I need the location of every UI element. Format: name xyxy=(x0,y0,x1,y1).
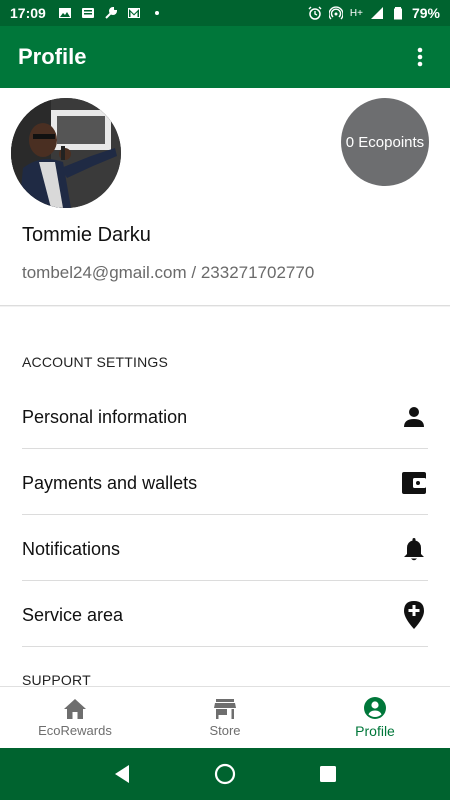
settings-item-service-area[interactable]: Service area xyxy=(0,582,450,648)
image-icon xyxy=(58,8,71,18)
section-header-support: SUPPORT xyxy=(22,672,91,686)
user-contact: tombel24@gmail.com / 233271702770 xyxy=(22,263,315,282)
divider xyxy=(22,448,428,449)
avatar[interactable] xyxy=(11,98,121,208)
person-icon xyxy=(400,403,428,431)
notification-icons xyxy=(58,6,164,20)
divider xyxy=(22,580,428,581)
back-triangle-icon xyxy=(114,765,129,783)
settings-item-personal-information[interactable]: Personal information xyxy=(0,384,450,450)
page-title: Profile xyxy=(18,44,87,69)
status-time: 17:09 xyxy=(10,5,46,21)
dot-icon xyxy=(154,11,159,15)
profile-card: 0 Ecopoints Tommie Darku tombel24@gmail.… xyxy=(0,88,450,306)
ecopoints-badge[interactable]: 0 Ecopoints xyxy=(341,98,429,186)
nav-item-profile[interactable]: Profile xyxy=(300,687,450,748)
network-type-label: H+ xyxy=(349,7,363,19)
divider xyxy=(22,646,428,647)
cell-signal-icon xyxy=(370,7,383,19)
settings-item-payments-and-wallets[interactable]: Payments and wallets xyxy=(0,450,450,516)
battery-percent: 79% xyxy=(411,5,440,21)
settings-item-label: Payments and wallets xyxy=(22,472,198,493)
account-circle-icon xyxy=(364,697,386,719)
settings-item-label: Service area xyxy=(22,604,124,625)
section-header-account-settings: ACCOUNT SETTINGS xyxy=(22,354,169,370)
nav-label: Profile xyxy=(355,723,395,739)
recents-button[interactable] xyxy=(316,762,340,786)
avatar-photo xyxy=(11,98,121,208)
alarm-icon xyxy=(308,6,322,20)
system-icons: H+ 79% xyxy=(308,5,440,21)
gmail-icon xyxy=(127,8,140,18)
bottom-navigation: EcoRewards Store Profile xyxy=(0,686,450,748)
home-circle-icon xyxy=(214,763,236,785)
overflow-menu-button[interactable] xyxy=(408,45,432,69)
nav-item-store[interactable]: Store xyxy=(150,687,300,748)
wrench-icon xyxy=(105,6,117,19)
battery-icon xyxy=(393,7,402,20)
nav-item-ecorewards[interactable]: EcoRewards xyxy=(0,687,150,748)
status-bar: 17:09 H+ 79% xyxy=(0,0,450,26)
home-button[interactable] xyxy=(213,762,237,786)
nav-label: EcoRewards xyxy=(38,722,112,738)
bell-icon xyxy=(400,535,428,563)
wallet-icon xyxy=(400,469,428,497)
recents-square-icon xyxy=(320,766,337,782)
back-button[interactable] xyxy=(110,762,134,786)
more-vert-icon xyxy=(417,47,423,67)
divider xyxy=(22,514,428,515)
user-name: Tommie Darku xyxy=(22,224,151,246)
store-icon xyxy=(214,698,236,719)
settings-item-label: Notifications xyxy=(22,538,121,559)
app-bar: Profile xyxy=(0,26,450,88)
system-navigation-bar xyxy=(0,748,450,800)
settings-item-label: Personal information xyxy=(22,406,188,427)
home-icon xyxy=(64,698,86,719)
news-icon xyxy=(81,8,94,18)
nav-label: Store xyxy=(209,722,241,738)
settings-item-notifications[interactable]: Notifications xyxy=(0,516,450,582)
settings-list: ACCOUNT SETTINGS Personal information Pa… xyxy=(0,307,450,686)
location-add-icon xyxy=(400,601,428,629)
hotspot-icon xyxy=(328,6,343,20)
